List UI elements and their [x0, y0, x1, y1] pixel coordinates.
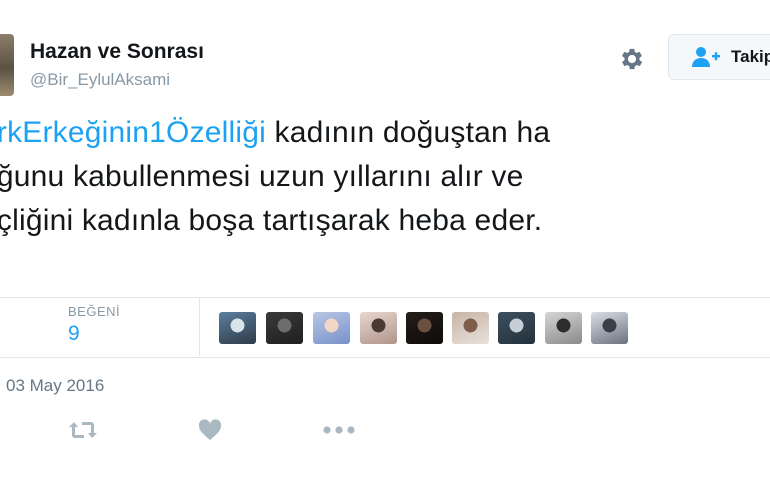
more-icon [323, 426, 355, 434]
likes-count[interactable]: 9 [68, 322, 80, 346]
like-icon [198, 419, 222, 440]
add-user-icon [692, 47, 720, 67]
tweet-line-text: kadının doğuştan ha [266, 116, 551, 149]
display-name[interactable]: Hazan ve Sonrası [30, 40, 204, 64]
like-button[interactable] [190, 414, 230, 446]
retweet-button[interactable] [63, 414, 103, 446]
tweet-line: uğunu kabullenmesi uzun yıllarını alır v… [0, 160, 524, 193]
stats-vertical-divider [199, 298, 200, 356]
tweet-line: ürkErkeğinin1Özelliği kadının doğuştan h… [0, 111, 550, 155]
liker-avatar[interactable] [219, 312, 256, 344]
follow-button[interactable]: Takip et [668, 34, 770, 80]
timestamp[interactable]: 03 May 2016 [6, 376, 104, 396]
liker-avatar[interactable] [406, 312, 443, 344]
tweet-line: nçliğini kadınla boşa tartışarak heba ed… [0, 204, 543, 237]
stats-top-divider [0, 297, 770, 298]
liker-avatar[interactable] [360, 312, 397, 344]
retweet-icon [69, 422, 97, 438]
more-button[interactable] [319, 414, 359, 446]
settings-gear-button[interactable] [617, 44, 647, 74]
liker-avatar[interactable] [591, 312, 628, 344]
liker-avatar[interactable] [498, 312, 535, 344]
stats-bottom-divider [0, 357, 770, 358]
follow-button-label: Takip et [731, 47, 770, 66]
liker-avatar[interactable] [452, 312, 489, 344]
liker-avatar[interactable] [545, 312, 582, 344]
gear-icon [621, 48, 643, 70]
tweet-text: ürkErkeğinin1Özelliği kadının doğuştan h… [0, 111, 550, 243]
liker-avatar[interactable] [313, 312, 350, 344]
avatar[interactable] [0, 34, 14, 96]
username[interactable]: @Bir_EylulAksami [30, 70, 170, 90]
liker-avatar[interactable] [266, 312, 303, 344]
likes-label: BEĞENİ [68, 304, 121, 319]
hashtag-link[interactable]: ürkErkeğinin1Özelliği [0, 116, 266, 149]
